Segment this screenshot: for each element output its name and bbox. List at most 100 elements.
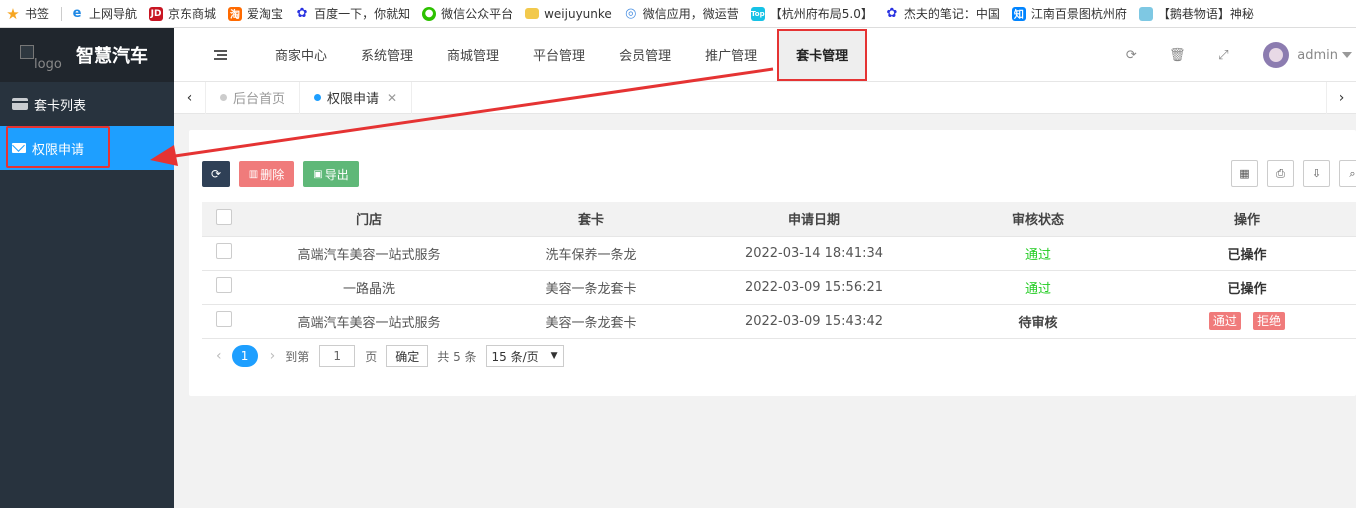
- pagination: ‹ 1 › 到第 1 页 确定 共 5 条 15 条/页 ▼: [216, 345, 564, 367]
- nav-member-management[interactable]: 会员管理: [602, 28, 688, 82]
- bookmark-item[interactable]: ✿ 杰夫的笔记：中国: [885, 5, 999, 22]
- select-all-checkbox[interactable]: [216, 208, 232, 225]
- taobao-icon: 淘: [228, 6, 243, 21]
- star-icon: ★: [6, 4, 20, 23]
- bookmark-item[interactable]: 淘爱淘宝: [228, 5, 283, 22]
- page-unit-label: 页: [365, 349, 378, 364]
- refresh-icon[interactable]: ⟳: [1125, 48, 1137, 63]
- bookmark-item[interactable]: ● 微信公众平台: [422, 5, 513, 22]
- bookmark-item[interactable]: Top 【杭州府布局5.0】: [750, 5, 873, 22]
- row-checkbox-cell: [202, 304, 246, 339]
- refresh-icon: ⟳: [210, 167, 222, 181]
- search-icon[interactable]: ⌕: [1339, 160, 1356, 187]
- reject-button[interactable]: 拒绝: [1253, 312, 1286, 330]
- nav-mall-management[interactable]: 商城管理: [430, 28, 516, 82]
- bookmark-item[interactable]: ★ 书签: [6, 4, 49, 23]
- tab-permission-apply[interactable]: 权限申请 ✕: [300, 81, 413, 114]
- nav-card-management[interactable]: 套卡管理: [777, 28, 868, 81]
- bookmark-item[interactable]: ◎ 微信应用，微运营: [624, 5, 739, 22]
- row-checkbox-cell: [202, 236, 246, 271]
- total-count: 共 5 条: [437, 349, 477, 364]
- nav-system-management[interactable]: 系统管理: [344, 28, 430, 82]
- date-cell: 2022-03-14 18:41:34: [690, 236, 938, 271]
- export-button[interactable]: ▣ 导出: [303, 161, 359, 187]
- table-header-row: 门店 套卡 申请日期 审核状态 操作: [202, 202, 1356, 237]
- store-cell: 高端汽车美容一站式服务: [246, 304, 492, 339]
- bookmark-item[interactable]: e 上网导航: [70, 5, 137, 22]
- page-input[interactable]: 1: [319, 345, 356, 367]
- tab-dot: [220, 94, 227, 101]
- bookmark-item[interactable]: 知江南百景图杭州府: [1011, 5, 1127, 22]
- highlight-box: [6, 126, 110, 168]
- refresh-button[interactable]: ⟳: [202, 161, 230, 187]
- ie-icon: e: [72, 6, 82, 21]
- card-cell: 美容一条龙套卡: [492, 304, 690, 339]
- select-all-cell: [202, 202, 246, 237]
- table-toolbar: ⟳ ▥ 删除 ▣ 导出: [202, 161, 368, 187]
- data-table: 门店 套卡 申请日期 审核状态 操作 高端汽车美容一站式服务 洗车保养一条龙 2…: [202, 202, 1356, 339]
- table-row: 高端汽车美容一站式服务 美容一条龙套卡 2022-03-09 15:43:42 …: [202, 304, 1356, 339]
- bookmark-item[interactable]: ✿ 百度一下，你就知: [295, 5, 410, 22]
- bookmark-item[interactable]: 【鹅巷物语】神秘: [1138, 5, 1254, 22]
- tab-scroll-right-icon[interactable]: ›: [1326, 82, 1356, 114]
- card-icon: [12, 98, 28, 110]
- wechat-icon: ●: [422, 6, 437, 21]
- main-panel: ⟳ ▥ 删除 ▣ 导出 ▦ ⎙ ⇩ ⌕ 门店 套卡 申请日期 审核状态 操作 高端汽…: [189, 130, 1356, 396]
- print-icon[interactable]: ⎙: [1267, 160, 1294, 187]
- app-title: 智慧汽车: [76, 46, 148, 67]
- prev-page-icon[interactable]: ‹: [216, 348, 222, 364]
- status-cell: 通过: [938, 270, 1138, 305]
- nav-promotion-management[interactable]: 推广管理: [688, 28, 774, 82]
- current-page-button[interactable]: 1: [231, 345, 258, 367]
- chevron-down-icon[interactable]: [1342, 52, 1352, 58]
- next-page-icon[interactable]: ›: [270, 348, 276, 364]
- logo-area: logo 智慧汽车: [0, 28, 174, 82]
- delete-button[interactable]: ▥ 删除: [239, 161, 294, 187]
- jd-icon: JD: [149, 6, 164, 21]
- baidu-icon: ✿: [886, 6, 898, 21]
- nav-merchant-center[interactable]: 商家中心: [258, 28, 344, 82]
- swirl-icon: ◎: [625, 6, 637, 21]
- export-icon: ▣: [313, 168, 323, 180]
- row-checkbox[interactable]: [216, 243, 232, 259]
- user-name[interactable]: admin: [1297, 48, 1338, 63]
- page-size-select[interactable]: 15 条/页 ▼: [485, 345, 564, 367]
- menu-toggle-icon[interactable]: [214, 49, 227, 60]
- trash-icon: ▥: [248, 168, 259, 180]
- nav-platform-management[interactable]: 平台管理: [516, 28, 602, 82]
- logo-image: logo: [20, 37, 66, 73]
- bookmark-item[interactable]: JD 京东商城: [149, 5, 216, 22]
- close-icon[interactable]: ✕: [387, 91, 397, 105]
- row-checkbox-cell: [202, 270, 246, 305]
- chevron-down-icon: ▼: [550, 351, 558, 361]
- tab-home[interactable]: 后台首页: [206, 81, 301, 114]
- card-cell: 美容一条龙套卡: [492, 270, 690, 305]
- store-cell: 一路晶洗: [246, 270, 492, 305]
- export-table-icon[interactable]: ⇩: [1303, 160, 1330, 187]
- top-navbar: 商家中心 系统管理 商城管理 平台管理 会员管理 推广管理 套卡管理 ⟳ 🗑 ⤢…: [174, 28, 1356, 82]
- avatar[interactable]: [1263, 42, 1290, 68]
- tab-scroll-left-icon[interactable]: ‹: [174, 81, 206, 114]
- bookmark-separator: [61, 6, 63, 21]
- fullscreen-icon[interactable]: ⤢: [1217, 48, 1229, 63]
- action-cell: 通过 拒绝: [1138, 304, 1356, 339]
- goto-label: 到第: [285, 349, 310, 364]
- card-cell: 洗车保养一条龙: [492, 236, 690, 271]
- approve-button[interactable]: 通过: [1208, 312, 1241, 330]
- sidebar-item-card-list[interactable]: 套卡列表: [0, 82, 174, 126]
- status-cell: 待审核: [938, 304, 1138, 339]
- col-apply-date: 申请日期: [690, 202, 938, 237]
- tab-dot: [314, 94, 322, 101]
- row-checkbox[interactable]: [216, 311, 232, 327]
- confirm-button[interactable]: 确定: [386, 345, 429, 367]
- trash-icon[interactable]: 🗑: [1169, 48, 1186, 63]
- store-cell: 高端汽车美容一站式服务: [246, 236, 492, 271]
- bookmark-item[interactable]: weijuyunke: [525, 7, 612, 21]
- baidu-icon: ✿: [296, 6, 308, 21]
- columns-icon[interactable]: ▦: [1231, 160, 1258, 187]
- col-operation: 操作: [1138, 202, 1356, 237]
- bookmarks-bar: ★ 书签 e 上网导航 JD 京东商城 淘爱淘宝 ✿ 百度一下，你就知 ● 微信公众平台 …: [0, 0, 1356, 28]
- col-store: 门店: [246, 202, 492, 237]
- date-cell: 2022-03-09 15:56:21: [690, 270, 938, 305]
- row-checkbox[interactable]: [216, 277, 232, 293]
